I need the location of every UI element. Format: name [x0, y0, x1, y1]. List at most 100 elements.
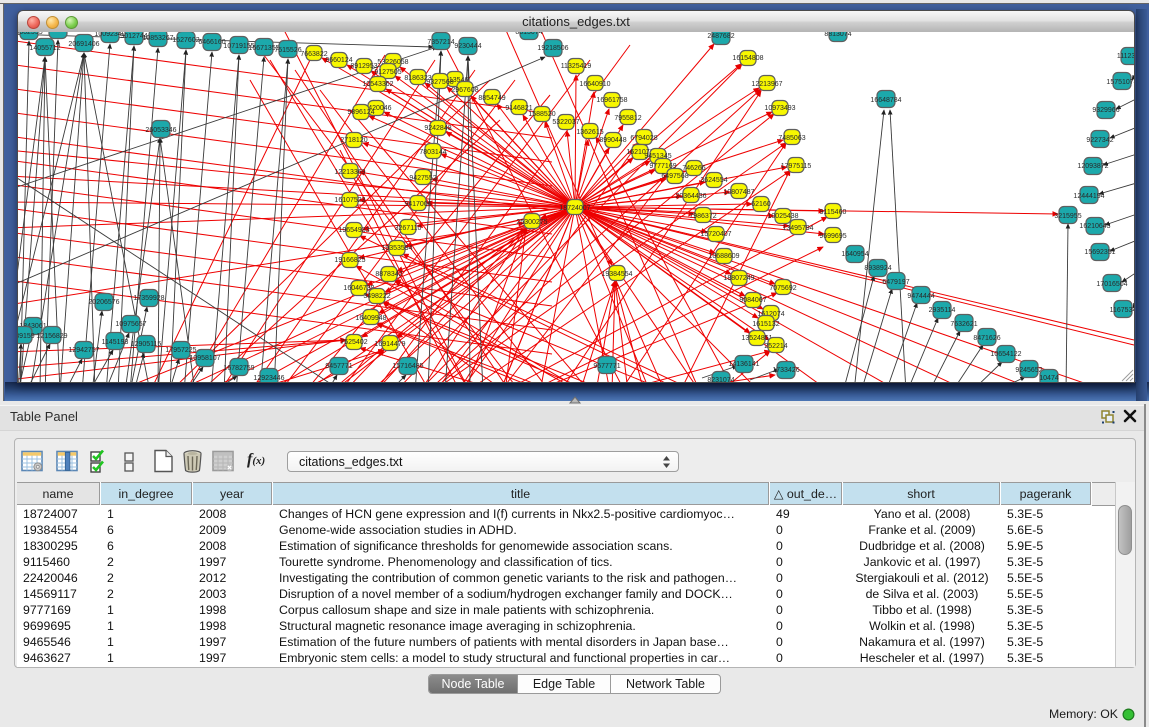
svg-text:16107523: 16107523 — [334, 197, 365, 204]
svg-text:746266: 746266 — [682, 165, 705, 172]
svg-text:3498222: 3498222 — [363, 293, 390, 300]
svg-text:19654933: 19654933 — [338, 227, 369, 234]
svg-text:939159: 939159 — [18, 333, 35, 340]
svg-text:11325419: 11325419 — [561, 63, 592, 70]
svg-text:10973493: 10973493 — [764, 105, 795, 112]
svg-text:1615132: 1615132 — [752, 321, 779, 328]
svg-text:3624554: 3624554 — [700, 177, 727, 184]
svg-text:20691406: 20691406 — [68, 41, 99, 48]
svg-text:9115460: 9115460 — [820, 209, 847, 216]
svg-text:8471626: 8471626 — [973, 335, 1000, 342]
svg-text:7075692: 7075692 — [769, 285, 796, 292]
svg-text:10025438: 10025438 — [767, 213, 798, 220]
svg-text:10975657: 10975657 — [115, 321, 146, 328]
svg-text:12923446: 12923446 — [253, 375, 284, 382]
svg-text:1362615: 1362615 — [576, 129, 603, 136]
svg-text:5322037: 5322037 — [552, 119, 579, 126]
svg-text:15716485: 15716485 — [392, 363, 423, 370]
svg-text:16648784: 16648784 — [870, 97, 901, 104]
svg-text:10474: 10474 — [1039, 375, 1059, 382]
svg-text:8204418: 8204418 — [44, 32, 71, 34]
svg-text:1733426: 1733426 — [772, 367, 799, 374]
svg-text:12213967: 12213967 — [751, 81, 782, 88]
svg-text:9417006: 9417006 — [404, 201, 431, 208]
svg-text:20206576: 20206576 — [88, 299, 119, 306]
svg-text:2935114: 2935114 — [929, 307, 956, 314]
svg-text:12905115: 12905115 — [131, 341, 162, 348]
svg-text:6497568: 6497568 — [661, 173, 688, 180]
svg-text:2967608: 2967608 — [451, 87, 478, 94]
svg-text:10688609: 10688609 — [708, 253, 739, 260]
svg-text:8813074: 8813074 — [824, 32, 851, 38]
svg-text:10654122: 10654122 — [990, 351, 1021, 358]
svg-text:15720407: 15720407 — [700, 231, 731, 238]
svg-text:9662555: 9662555 — [18, 32, 43, 36]
svg-text:7485063: 7485063 — [778, 135, 805, 142]
svg-text:7625402: 7625402 — [340, 339, 367, 346]
svg-text:1167534: 1167534 — [1110, 307, 1134, 314]
svg-text:12156829: 12156829 — [36, 333, 67, 340]
svg-text:2718120: 2718120 — [340, 137, 367, 144]
svg-text:19218506: 19218506 — [537, 45, 568, 52]
svg-text:3267110: 3267110 — [395, 225, 422, 232]
svg-text:9245652: 9245652 — [1015, 367, 1042, 374]
svg-text:8231074: 8231074 — [707, 377, 734, 382]
svg-text:18807249: 18807249 — [723, 275, 754, 282]
svg-text:12093872: 12093872 — [1077, 163, 1108, 170]
svg-text:16782759: 16782759 — [223, 365, 254, 372]
svg-text:7803144: 7803144 — [419, 149, 446, 156]
svg-text:1640954: 1640954 — [841, 251, 868, 258]
svg-text:9427552: 9427552 — [409, 175, 436, 182]
svg-text:9474444: 9474444 — [907, 293, 934, 300]
svg-text:9242848: 9242848 — [424, 125, 451, 132]
svg-text:9127505: 9127505 — [374, 69, 401, 76]
svg-text:16210643: 16210643 — [1079, 223, 1110, 230]
svg-text:8938924: 8938924 — [864, 265, 891, 272]
svg-text:16409948: 16409948 — [355, 315, 386, 322]
svg-text:18724007: 18724007 — [559, 205, 590, 212]
svg-text:9329966: 9329966 — [1092, 107, 1119, 114]
svg-text:16640910: 16640910 — [579, 81, 610, 88]
svg-text:9896124: 9896124 — [347, 109, 374, 116]
svg-text:26053346: 26053346 — [145, 127, 176, 134]
svg-text:12942757: 12942757 — [68, 347, 99, 354]
svg-text:14055712: 14055712 — [29, 45, 60, 52]
svg-text:10807487: 10807487 — [723, 189, 754, 196]
svg-text:9699695: 9699695 — [819, 233, 846, 240]
svg-text:17957225: 17957225 — [165, 347, 196, 354]
svg-text:3215955: 3215955 — [1054, 213, 1081, 220]
svg-text:19384554: 19384554 — [601, 271, 632, 278]
svg-text:10543362: 10543362 — [362, 81, 393, 88]
svg-text:19353594: 19353594 — [381, 245, 412, 252]
svg-text:8878342: 8878342 — [375, 271, 402, 278]
svg-text:16154808: 16154808 — [732, 55, 763, 62]
svg-text:14136141: 14136141 — [728, 361, 759, 368]
svg-text:9660124: 9660124 — [325, 57, 352, 64]
svg-text:7357214: 7357214 — [427, 39, 454, 46]
svg-text:8990448: 8990448 — [599, 137, 626, 144]
svg-text:9577771: 9577771 — [593, 363, 620, 370]
svg-text:1527602: 1527602 — [172, 37, 199, 44]
svg-text:19166825: 19166825 — [334, 257, 365, 264]
svg-text:2487682: 2487682 — [707, 33, 734, 40]
svg-text:15751074: 15751074 — [1106, 79, 1134, 86]
svg-text:8854749: 8854749 — [478, 95, 505, 102]
svg-text:1588520: 1588520 — [528, 111, 555, 118]
svg-text:12213369: 12213369 — [334, 169, 365, 176]
svg-text:25300275: 25300275 — [516, 219, 547, 226]
svg-text:9227342: 9227342 — [1086, 137, 1113, 144]
svg-text:16961758: 16961758 — [596, 97, 627, 104]
svg-text:9230444: 9230444 — [454, 43, 481, 50]
svg-text:1145193: 1145193 — [102, 339, 129, 346]
svg-text:9457771: 9457771 — [325, 363, 352, 370]
svg-text:8813074: 8813074 — [515, 32, 542, 36]
svg-text:9327568: 9327568 — [426, 79, 453, 86]
svg-text:7955812: 7955812 — [614, 115, 641, 122]
svg-text:17016504: 17016504 — [1096, 281, 1127, 288]
svg-text:17975115: 17975115 — [781, 163, 812, 170]
svg-text:252214: 252214 — [764, 343, 787, 350]
svg-text:12444194: 12444194 — [1073, 193, 1104, 200]
svg-text:6479197: 6479197 — [882, 279, 909, 286]
svg-text:10853267: 10853267 — [142, 35, 173, 42]
svg-text:10958107: 10958107 — [189, 355, 220, 362]
